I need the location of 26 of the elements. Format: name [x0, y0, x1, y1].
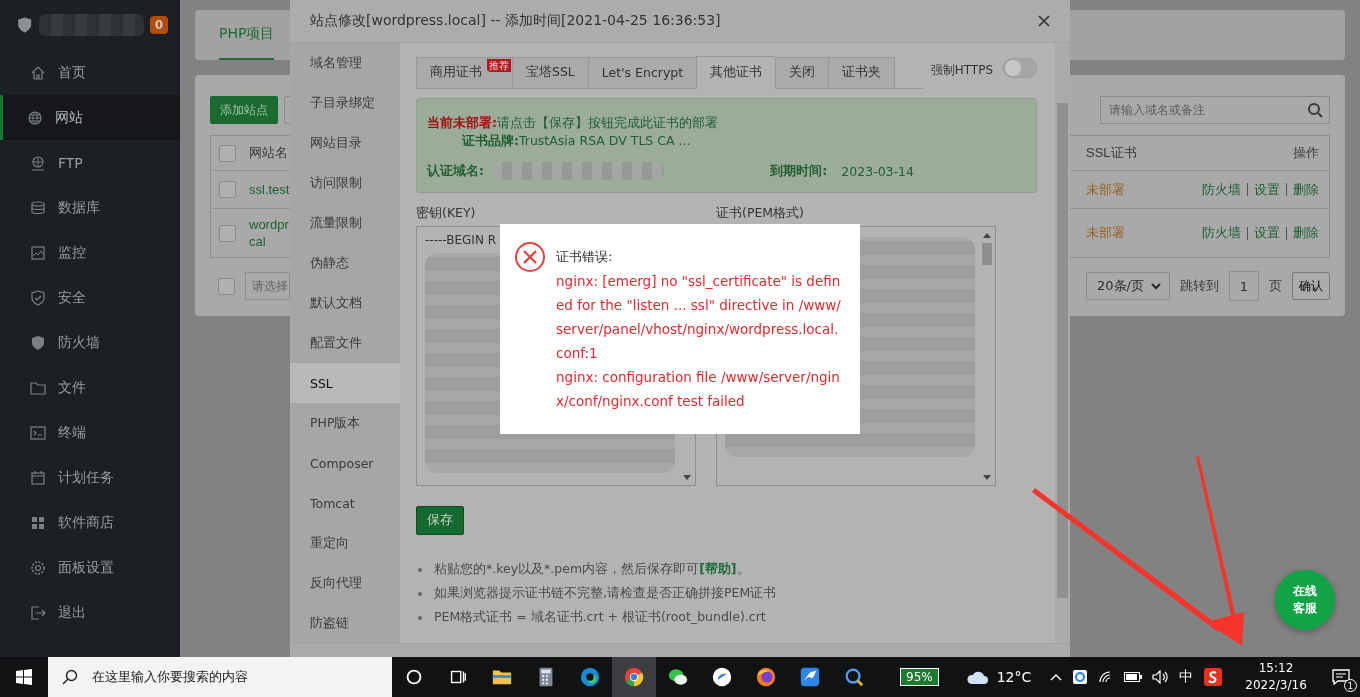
- error-message: nginx: configuration file /www/server/nginx/conf/nginx.conf test failed: [556, 368, 841, 411]
- expiry-value: 2023-03-14: [841, 163, 914, 179]
- brand-label: 证书品牌:: [462, 132, 519, 150]
- field-label: 证书(PEM格式): [716, 205, 805, 222]
- tip-text: PEM格式证书 = 域名证书.crt + 根证书(root_bundle).crt: [434, 609, 766, 626]
- ssl-status: 未部署: [1086, 224, 1126, 242]
- column-header: 操作: [1292, 144, 1319, 162]
- expiry-label: 到期时间:: [770, 162, 828, 180]
- status-text: 请点击【保存】按钮完成此证书的部署: [497, 114, 718, 132]
- ssl-status: 未部署: [1086, 180, 1126, 199]
- toggle-label: 强制HTTPS: [930, 62, 993, 79]
- tip-text: 粘贴您的*.key以及*.pem内容，然后保存即可: [434, 561, 700, 578]
- domain-label: 认证域名:: [427, 162, 484, 180]
- corner-ribbon: 推荐: [487, 58, 511, 72]
- tip-text: 如果浏览器提示证书链不完整,请检查是否正确拼接PEM证书: [434, 585, 777, 602]
- column-header: SSL证书: [1086, 144, 1138, 162]
- status-label: 当前未部署:: [427, 114, 497, 132]
- column-header: 网站名: [249, 144, 288, 162]
- error-title: 证书错误:: [556, 248, 614, 266]
- page-unit-label: 页: [1269, 277, 1282, 295]
- field-label: 密钥(KEY): [416, 205, 477, 222]
- brand-value: TrustAsia RSA DV TLS CA ...: [519, 132, 691, 150]
- jump-label: 跳转到: [1180, 277, 1219, 295]
- dialog-title: 站点修改[wordpress.local] -- 添加时间[2021-04-25 16:36:53]: [310, 12, 721, 30]
- tip-text: 。: [736, 561, 750, 578]
- notification-count: 1: [1343, 679, 1357, 692]
